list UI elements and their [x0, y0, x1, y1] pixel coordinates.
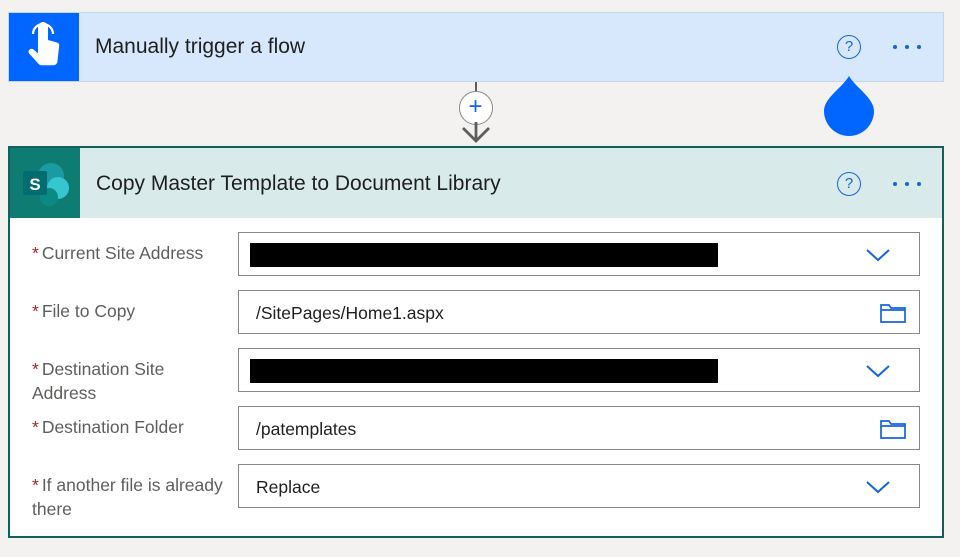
field-label-destination-site-address: * Destination Site Address: [32, 359, 165, 403]
help-button[interactable]: ?: [837, 172, 861, 196]
field-label-if-file-exists: * If another file is already there: [32, 475, 223, 519]
redacted-value: [250, 243, 718, 267]
folder-icon[interactable]: [879, 302, 907, 324]
file-to-copy-input[interactable]: /SitePages/Home1.aspx: [238, 290, 920, 334]
sharepoint-icon: S: [10, 148, 80, 218]
redacted-value: [250, 359, 718, 383]
field-value: /SitePages/Home1.aspx: [256, 303, 444, 323]
drop-marker-icon: [824, 76, 874, 136]
chevron-down-icon[interactable]: [865, 363, 891, 379]
field-label-file-to-copy: * File to Copy: [32, 301, 136, 321]
chevron-down-icon[interactable]: [865, 247, 891, 263]
destination-folder-input[interactable]: /patemplates: [238, 406, 920, 450]
plus-icon: +: [468, 93, 483, 120]
field-label-current-site-address: * Current Site Address: [32, 243, 204, 263]
chevron-down-icon[interactable]: [865, 479, 891, 495]
arrow-down-icon: [462, 122, 490, 143]
field-label-destination-folder: * Destination Folder: [32, 417, 184, 437]
trigger-title: Manually trigger a flow: [95, 35, 306, 58]
current-site-address-dropdown[interactable]: [238, 232, 920, 276]
field-value: /patemplates: [256, 419, 357, 439]
hand-touch-icon: [9, 13, 79, 81]
action-header[interactable]: S Copy Master Template to Document Libra…: [10, 148, 942, 218]
trigger-card[interactable]: Manually trigger a flow ?: [8, 12, 944, 82]
svg-text:S: S: [29, 175, 40, 194]
action-card: S Copy Master Template to Document Libra…: [8, 146, 944, 538]
more-options-button[interactable]: [891, 174, 927, 194]
action-title: Copy Master Template to Document Library: [96, 172, 501, 195]
more-options-button[interactable]: [891, 37, 927, 57]
help-button[interactable]: ?: [837, 35, 861, 59]
if-file-exists-dropdown[interactable]: Replace: [238, 464, 920, 508]
add-step-button[interactable]: +: [459, 91, 493, 125]
destination-site-address-dropdown[interactable]: [238, 348, 920, 392]
field-value: Replace: [256, 477, 321, 497]
folder-icon[interactable]: [879, 418, 907, 440]
